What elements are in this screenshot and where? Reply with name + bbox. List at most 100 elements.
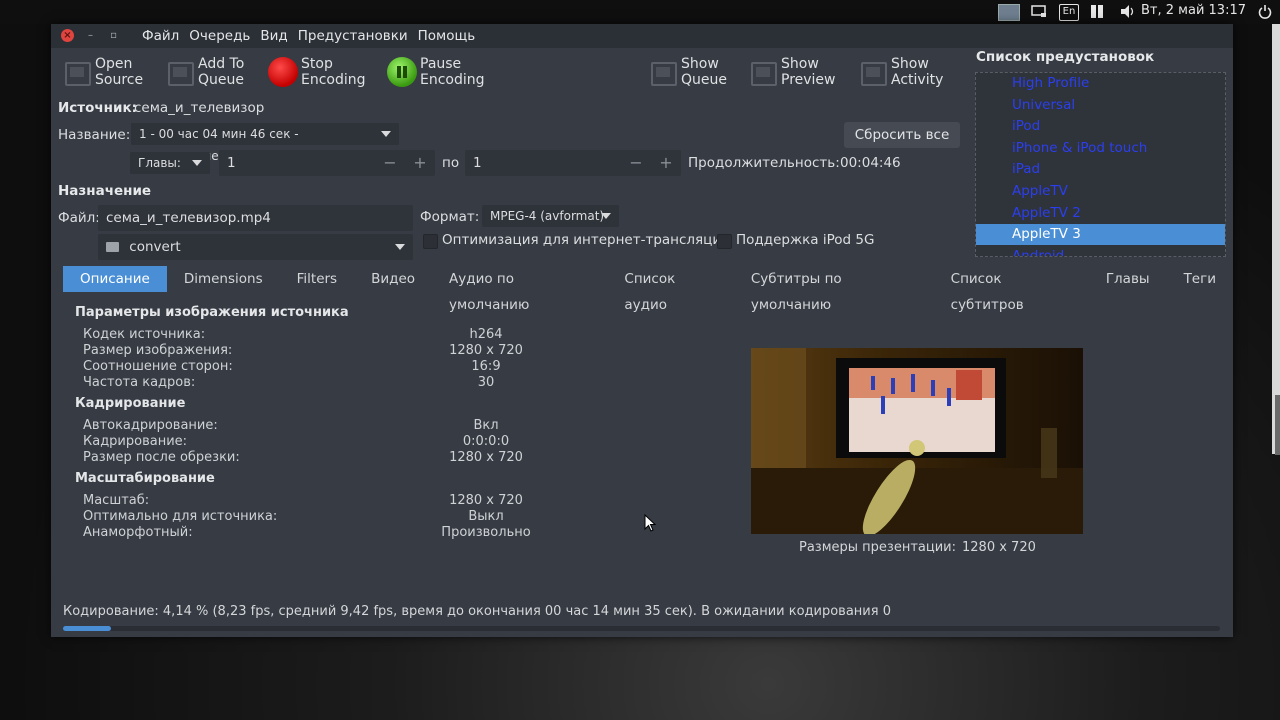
- open-source-button[interactable]: Open Source: [61, 52, 143, 92]
- format-combo[interactable]: MPEG-4 (avformat): [482, 205, 619, 227]
- keyboard-icon[interactable]: En: [1059, 4, 1079, 21]
- ipod5g-checkbox[interactable]: [717, 234, 732, 249]
- encode-status: Кодирование: 4,14 % (8,23 fps, средний 9…: [63, 604, 891, 619]
- size-value: 1280 x 720: [449, 343, 523, 358]
- tab-dimensions[interactable]: Dimensions: [167, 266, 280, 292]
- plus-icon[interactable]: +: [653, 150, 679, 176]
- menu-help[interactable]: Помощь: [413, 28, 481, 44]
- pause-encoding-label-2: Encoding: [420, 72, 485, 88]
- open-source-label-2: Source: [95, 72, 144, 88]
- settings-tabs: Описание Dimensions Filters Видео Аудио …: [63, 266, 1233, 313]
- ipod5g-label: Поддержка iPod 5G: [736, 232, 875, 248]
- network-icon[interactable]: [1088, 4, 1106, 19]
- autocrop-label: Автокадрирование:: [83, 418, 218, 433]
- add-to-queue-button[interactable]: Add To Queue: [164, 52, 244, 92]
- open-source-icon: [61, 56, 93, 88]
- chapter-from-spinner[interactable]: 1 − +: [219, 150, 435, 176]
- close-window-icon[interactable]: ×: [61, 29, 74, 42]
- menu-view[interactable]: Вид: [255, 28, 292, 44]
- source-params-heading: Параметры изображения источника: [75, 305, 349, 320]
- tab-chapters[interactable]: Главы: [1089, 266, 1167, 292]
- tab-audio-list[interactable]: Список аудио: [607, 266, 733, 313]
- plus-icon[interactable]: +: [407, 150, 433, 176]
- chapter-to-spinner[interactable]: 1 − +: [465, 150, 681, 176]
- minus-icon[interactable]: −: [377, 150, 403, 176]
- file-input[interactable]: сема_и_телевизор.mp4: [98, 205, 413, 231]
- tab-subtitle-list[interactable]: Список субтитров: [934, 266, 1089, 313]
- clock[interactable]: Вт, 2 май 13:17: [1141, 3, 1246, 18]
- preset-item[interactable]: AppleTV 3: [976, 224, 1225, 246]
- encode-progress-fill: [63, 626, 111, 631]
- minimize-window-icon[interactable]: –: [84, 29, 97, 42]
- show-queue-button[interactable]: Show Queue: [647, 52, 727, 92]
- chapter-to-value: 1: [473, 155, 482, 171]
- menu-presets[interactable]: Предустановки: [293, 28, 413, 44]
- tab-filters[interactable]: Filters: [280, 266, 354, 292]
- stop-encoding-label-2: Encoding: [301, 72, 366, 88]
- preset-list-heading: Список предустановок: [976, 49, 1155, 65]
- preset-item[interactable]: AppleTV: [976, 181, 1225, 202]
- show-activity-label-2: Activity: [891, 72, 944, 88]
- folder-value: convert: [129, 239, 181, 255]
- aspect-label: Соотношение сторон:: [83, 359, 233, 374]
- background-window-edge: [1272, 24, 1280, 454]
- preset-item[interactable]: iPad: [976, 159, 1225, 180]
- cropped-size-label: Размер после обрезки:: [83, 450, 240, 465]
- folder-icon: [106, 242, 119, 252]
- tab-video[interactable]: Видео: [354, 266, 432, 292]
- format-label: Формат:: [420, 209, 480, 225]
- show-queue-label-2: Queue: [681, 72, 727, 88]
- power-icon[interactable]: [1257, 4, 1273, 19]
- autocrop-value: Вкл: [473, 418, 499, 433]
- preset-list[interactable]: High Profile Universal iPod iPhone & iPod t…: [975, 72, 1226, 257]
- aspect-value: 16:9: [471, 359, 501, 374]
- reset-all-button[interactable]: Сбросить все: [844, 122, 960, 148]
- show-preview-label-2: Preview: [781, 72, 836, 88]
- folder-chooser[interactable]: convert: [98, 234, 413, 260]
- presentation-value: 1280 x 720: [962, 540, 1036, 555]
- menu-bar: Файл Очередь Вид Предустановки Помощь: [137, 28, 480, 44]
- fps-label: Частота кадров:: [83, 375, 196, 390]
- tab-summary[interactable]: Описание: [63, 266, 167, 292]
- file-label: Файл:: [58, 210, 100, 226]
- preview-thumbnail[interactable]: [751, 348, 1083, 534]
- preset-item[interactable]: Android: [976, 246, 1225, 256]
- source-label: Источник:: [58, 100, 138, 116]
- screenshot-icon[interactable]: [1030, 4, 1048, 19]
- preset-item[interactable]: High Profile: [976, 73, 1225, 94]
- display-icon[interactable]: [998, 4, 1020, 21]
- show-activity-label-1: Show: [891, 56, 929, 72]
- tab-tags[interactable]: Теги: [1167, 266, 1233, 292]
- preset-item[interactable]: AppleTV 2: [976, 203, 1225, 224]
- stop-encoding-button[interactable]: Stop Encoding: [267, 52, 366, 92]
- duration-label: Продолжительность:: [688, 155, 840, 171]
- maximize-window-icon[interactable]: ▫: [107, 29, 120, 42]
- volume-icon[interactable]: [1118, 4, 1136, 19]
- show-activity-icon: [857, 56, 889, 88]
- pause-encoding-button[interactable]: Pause Encoding: [386, 52, 485, 92]
- chapters-mode-value: Главы:: [138, 156, 181, 170]
- menu-queue[interactable]: Очередь: [184, 28, 255, 44]
- preset-item[interactable]: Universal: [976, 95, 1225, 116]
- chapter-to-label: по: [442, 155, 460, 171]
- menu-file[interactable]: Файл: [137, 28, 184, 44]
- title-bar: × – ▫ Файл Очередь Вид Предустановки Пом…: [51, 24, 1233, 48]
- chevron-down-icon: [601, 213, 611, 219]
- crop-heading: Кадрирование: [75, 396, 186, 411]
- add-to-queue-label-2: Queue: [198, 72, 244, 88]
- background-window-edge-dark: [1275, 395, 1280, 455]
- fps-value: 30: [477, 375, 495, 390]
- open-source-label-1: Open: [95, 56, 133, 72]
- show-activity-button[interactable]: Show Activity: [857, 52, 943, 92]
- preset-item[interactable]: iPod: [976, 116, 1225, 137]
- preset-item[interactable]: iPhone & iPod touch: [976, 138, 1225, 159]
- web-optimize-checkbox[interactable]: [423, 234, 438, 249]
- title-combo[interactable]: 1 - 00 час 04 мин 46 сек - сема_и_телеви…: [131, 123, 399, 163]
- tab-subtitle-defaults[interactable]: Субтитры по умолчанию: [734, 266, 934, 313]
- show-queue-label-1: Show: [681, 56, 719, 72]
- show-preview-button[interactable]: Show Preview: [747, 52, 836, 92]
- minus-icon[interactable]: −: [623, 150, 649, 176]
- chevron-down-icon: [381, 131, 391, 137]
- tab-audio-defaults[interactable]: Аудио по умолчанию: [432, 266, 607, 313]
- chapters-mode-combo[interactable]: Главы:: [130, 152, 210, 174]
